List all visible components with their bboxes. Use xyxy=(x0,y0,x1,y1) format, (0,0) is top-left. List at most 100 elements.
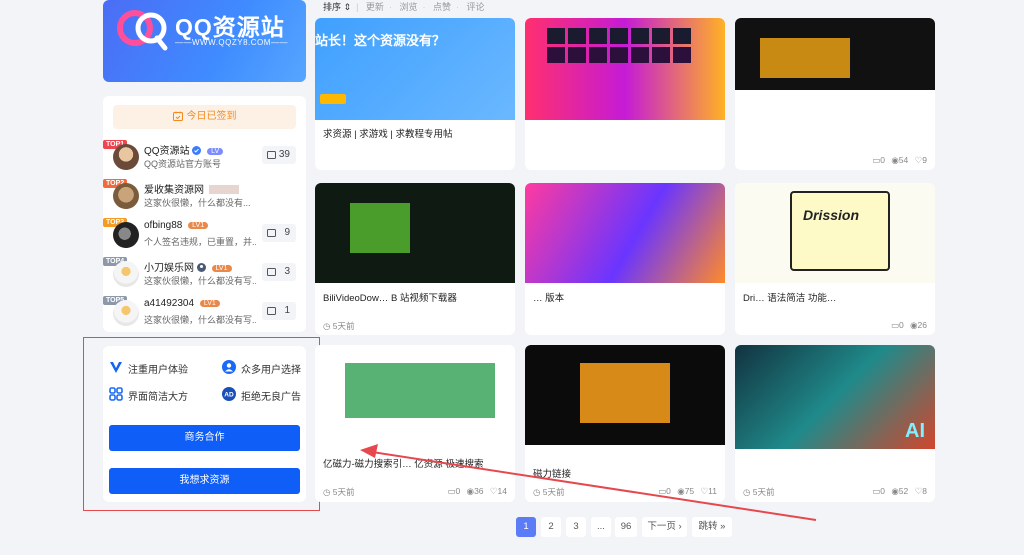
calendar-check-icon xyxy=(172,111,183,121)
card-thumbnail[interactable] xyxy=(315,183,515,283)
avatar xyxy=(113,261,139,287)
ranking-row[interactable]: TOP5 a41492304 LV1 这家伙很懒，什么都没有写... 1 xyxy=(103,296,306,334)
card-time: ◷ 5天前 xyxy=(323,321,355,331)
annotation-highlight-box xyxy=(83,337,320,511)
jump-button[interactable]: 跳转 » xyxy=(692,517,732,537)
card-thumbnail[interactable]: Drission xyxy=(735,183,935,283)
user-name[interactable]: 爱收集资源网 xyxy=(144,181,239,196)
comment-icon: ▭ xyxy=(890,320,899,330)
card-thumbnail[interactable]: AI xyxy=(735,345,935,449)
resource-card[interactable]: 磁力链接 ◷ 5天前 ▭0 ◉75 ♡11 xyxy=(525,345,725,502)
ranking-row[interactable]: TOP2 爱收集资源网 这家伙很懒，什么都没有... xyxy=(103,179,306,217)
like-icon: ♡ xyxy=(489,486,498,496)
card-title[interactable]: Dri… 语法简洁 功能… xyxy=(743,290,927,304)
signin-count: 1 xyxy=(262,302,296,320)
avatar xyxy=(113,300,139,326)
logo-title: QQ资源站 xyxy=(175,14,285,40)
card-title[interactable]: 磁力链接 xyxy=(533,466,717,480)
card-title[interactable]: 求资源 | 求游戏 | 求教程专用帖 xyxy=(323,126,507,140)
resource-card[interactable] xyxy=(525,18,725,170)
calendar-icon xyxy=(267,151,276,159)
signin-count: 39 xyxy=(262,146,296,164)
ranking-row[interactable]: TOP3 ofbing88 LV1 个人签名违规，已重置，并... 9 xyxy=(103,218,306,256)
card-title[interactable]: BiliVideoDow… B 站视频下载器 xyxy=(323,290,507,304)
sort-option-views[interactable]: 浏览 xyxy=(399,2,417,12)
ranking-row[interactable]: TOP1 QQ资源站 LV QQ资源站官方账号 39 xyxy=(103,140,306,178)
thumbnail-text: 站长！这个资源没有？ xyxy=(315,33,446,48)
card-stats: ▭0 ◉36 ♡14 xyxy=(447,486,508,496)
calendar-icon xyxy=(267,268,276,276)
avatar xyxy=(113,222,139,248)
level-badge: LV1 xyxy=(199,300,220,307)
eye-icon: ◉ xyxy=(891,155,899,165)
card-thumbnail[interactable] xyxy=(525,18,725,120)
resource-card[interactable]: 亿磁力-磁力搜索引… 亿资源 极速搜索 ◷ 5天前 ▭0 ◉36 ♡14 xyxy=(315,345,515,502)
comment-icon: ▭ xyxy=(447,486,456,496)
page-ellipsis: ... xyxy=(591,517,611,537)
eye-icon: ◉ xyxy=(466,486,475,496)
card-time: ◷ 5天前 xyxy=(323,487,355,497)
qq-logo-icon xyxy=(117,10,168,51)
calendar-icon xyxy=(267,229,276,237)
user-desc: 个人签名违规，已重置，并... xyxy=(144,237,256,247)
card-thumbnail[interactable]: 站长！这个资源没有？ xyxy=(315,18,515,120)
card-thumbnail[interactable] xyxy=(735,18,935,90)
signin-count: 9 xyxy=(262,224,296,242)
page-2[interactable]: 2 xyxy=(541,517,561,537)
sort-option-comments[interactable]: 评论 xyxy=(467,2,485,12)
blurred-badge xyxy=(208,185,239,194)
card-stats: ▭0 ◉52 ♡8 xyxy=(872,486,927,496)
signin-label: 今日已签到 xyxy=(186,111,237,122)
card-title[interactable]: 亿磁力-磁力搜索引… 亿资源 极速搜索 xyxy=(323,456,507,470)
user-name[interactable]: ofbing88 LV1 xyxy=(144,220,209,231)
resource-card[interactable]: Drission Dri… 语法简洁 功能… ▭0 ◉26 xyxy=(735,183,935,335)
next-page-button[interactable]: 下一页 › xyxy=(642,517,687,537)
card-thumbnail[interactable] xyxy=(315,345,515,445)
level-badge: LV1 xyxy=(188,222,209,229)
user-desc: 这家伙很懒，什么都没有... xyxy=(144,198,251,208)
resource-card[interactable]: BiliVideoDow… B 站视频下载器 ◷ 5天前 xyxy=(315,183,515,335)
user-desc: 这家伙很懒，什么都没有写... xyxy=(144,276,256,286)
user-name[interactable]: a41492304 LV1 xyxy=(144,298,220,309)
page-3[interactable]: 3 xyxy=(566,517,586,537)
calendar-icon xyxy=(267,307,276,315)
level-badge: LV1 xyxy=(211,265,232,272)
thumbnail-text: Drission xyxy=(803,207,860,223)
sort-option-likes[interactable]: 点赞 xyxy=(433,2,451,12)
card-thumbnail[interactable] xyxy=(525,183,725,283)
resource-card[interactable]: AI ◷ 5天前 ▭0 ◉52 ♡8 xyxy=(735,345,935,502)
avatar xyxy=(113,144,139,170)
logo-subtitle: ——WWW.QQZY8.COM—— xyxy=(175,38,288,47)
signin-button[interactable]: 今日已签到 xyxy=(113,105,296,129)
eye-icon: ◉ xyxy=(891,486,899,496)
card-time: ◷ 5天前 xyxy=(533,487,565,497)
sort-label[interactable]: 排序 ⇕ xyxy=(323,2,351,12)
sort-bar: 排序 ⇕ | 更新 · 浏览 · 点赞 · 评论 xyxy=(323,2,485,12)
signin-ranking-card: 今日已签到 TOP1 QQ资源站 LV QQ资源站官方账号 39 TOP2 爱收… xyxy=(103,96,306,332)
user-name[interactable]: QQ资源站 LV xyxy=(144,142,224,157)
level-badge: LV xyxy=(207,148,224,155)
signin-count: 3 xyxy=(262,263,296,281)
card-thumbnail[interactable] xyxy=(525,345,725,445)
eye-icon: ◉ xyxy=(677,486,685,496)
card-stats: ▭0 ◉75 ♡11 xyxy=(658,486,717,496)
sort-option-update[interactable]: 更新 xyxy=(366,2,384,12)
user-desc: QQ资源站官方账号 xyxy=(144,159,222,169)
user-name[interactable]: 小刀娱乐网 LV1 xyxy=(144,259,232,274)
resource-card[interactable]: 站长！这个资源没有？ 求资源 | 求游戏 | 求教程专用帖 xyxy=(315,18,515,170)
page-1[interactable]: 1 xyxy=(516,517,536,537)
resource-card[interactable]: ▭0 ◉54 ♡9 xyxy=(735,18,935,170)
card-stats: ▭0 ◉54 ♡9 xyxy=(872,155,927,165)
ranking-row[interactable]: TOP4 小刀娱乐网 LV1 这家伙很懒，什么都没有写... 3 xyxy=(103,257,306,295)
card-title[interactable]: … 版本 xyxy=(533,290,717,304)
avatar xyxy=(113,183,139,209)
user-desc: 这家伙很懒，什么都没有写... xyxy=(144,315,256,325)
card-stats: ▭0 ◉26 xyxy=(890,320,927,330)
site-logo[interactable]: QQ资源站 ——WWW.QQZY8.COM—— xyxy=(103,0,306,82)
comment-icon: ▭ xyxy=(658,486,667,496)
resource-card[interactable]: … 版本 xyxy=(525,183,725,335)
card-time: ◷ 5天前 xyxy=(743,487,775,497)
page-96[interactable]: 96 xyxy=(615,517,637,537)
user-badge-icon xyxy=(196,263,206,272)
verified-icon xyxy=(192,146,202,155)
